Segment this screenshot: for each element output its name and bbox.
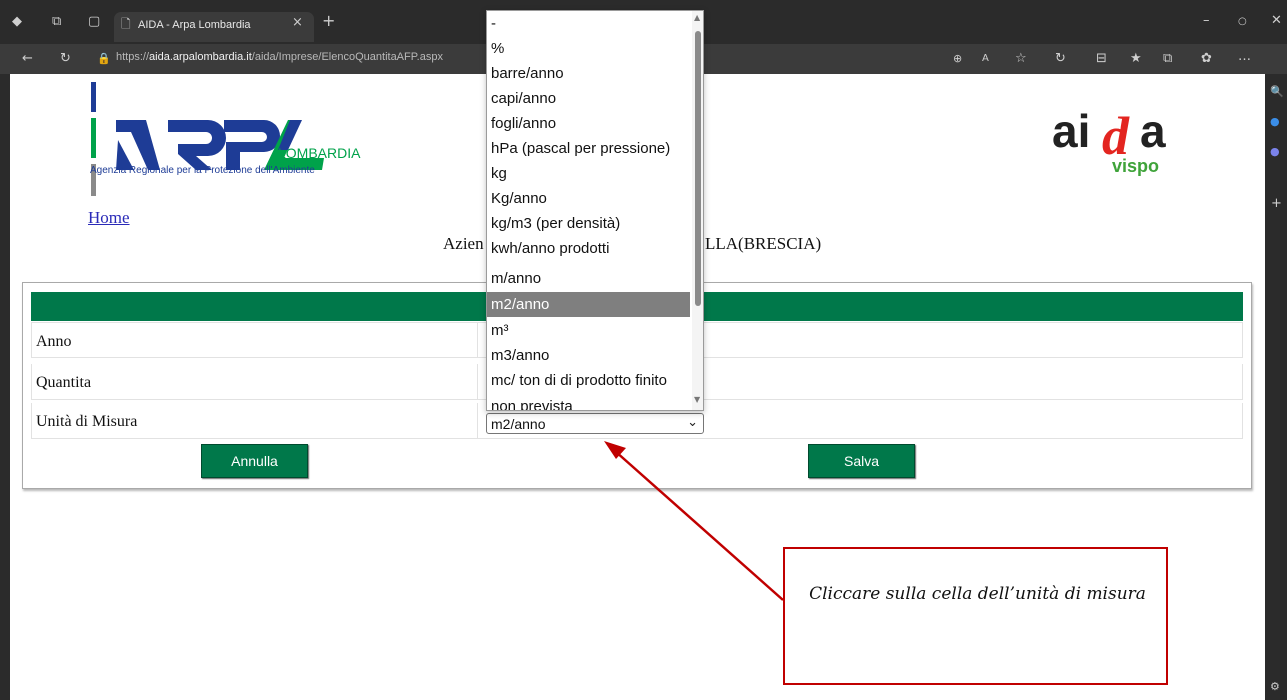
more-menu-icon[interactable]: … bbox=[1238, 49, 1251, 65]
scrollbar-thumb[interactable] bbox=[695, 31, 701, 306]
dropdown-option[interactable]: - bbox=[487, 11, 690, 36]
side-search-icon[interactable]: 🔍 bbox=[1270, 84, 1284, 100]
dropdown-option-selected[interactable]: m2/anno bbox=[487, 292, 690, 317]
company-title-left: Azien bbox=[443, 234, 484, 253]
collections-icon[interactable]: ⧉ bbox=[1163, 51, 1172, 67]
dropdown-option[interactable]: m³ bbox=[487, 318, 690, 343]
dropdown-option[interactable]: hPa (pascal per pressione) bbox=[487, 136, 690, 161]
refresh-icon[interactable]: ↻ bbox=[60, 51, 71, 67]
close-window-icon[interactable]: ✕ bbox=[1271, 13, 1282, 29]
dropdown-option[interactable]: non prevista bbox=[487, 394, 690, 410]
dropdown-option[interactable]: Kg/anno bbox=[487, 186, 690, 211]
dropdown-option[interactable]: kg bbox=[487, 161, 690, 186]
tab-title: AIDA - Arpa Lombardia bbox=[138, 19, 251, 31]
side-add-icon[interactable]: + bbox=[1271, 196, 1282, 212]
dropdown-option[interactable]: m/anno bbox=[487, 266, 690, 291]
dropdown-option[interactable]: % bbox=[487, 36, 690, 61]
cancel-button[interactable]: Annulla bbox=[201, 444, 308, 478]
aida-logo-a: a bbox=[1140, 105, 1166, 157]
dropdown-option[interactable]: mc/ ton di di prodotto finito bbox=[487, 368, 690, 393]
page-favicon-icon: 🗋 bbox=[121, 17, 131, 31]
read-aloud-icon[interactable]: A bbox=[982, 51, 989, 67]
aida-logo-sub: vispo bbox=[1112, 156, 1159, 176]
cell-divider bbox=[477, 403, 478, 438]
window-left-edge bbox=[0, 74, 10, 700]
dropdown-option[interactable]: m3/anno bbox=[487, 343, 690, 368]
browser-profile-icon[interactable]: ◆ bbox=[12, 14, 22, 30]
cell-divider bbox=[477, 364, 478, 399]
side-settings-icon[interactable]: ⚙ bbox=[1270, 679, 1280, 695]
dropdown-option[interactable]: fogli/anno bbox=[487, 111, 690, 136]
tab-close-icon[interactable]: × bbox=[292, 15, 303, 31]
aida-vispo-logo: ai d a vispo bbox=[1052, 105, 1166, 176]
unit-dropdown-list[interactable]: - % barre/anno capi/anno fogli/anno hPa … bbox=[486, 10, 704, 411]
favorites-bar-icon[interactable]: ★ bbox=[1130, 51, 1142, 67]
minimize-icon[interactable]: – bbox=[1203, 13, 1210, 29]
aida-logo-main: ai bbox=[1052, 105, 1090, 157]
anno-label: Anno bbox=[36, 333, 72, 350]
arpa-lombardia-logo: LOMBARDIA Agenzia Regionale per la Prote… bbox=[90, 82, 361, 196]
instruction-callout: Cliccare sulla cella dell’unità di misur… bbox=[783, 547, 1168, 685]
refresh-page-icon[interactable]: ↻ bbox=[1055, 51, 1066, 67]
cell-divider bbox=[477, 323, 478, 357]
company-title-right: LLA(BRESCIA) bbox=[705, 234, 822, 253]
side-outlook-icon[interactable]: ● bbox=[1270, 114, 1280, 130]
side-teams-icon[interactable]: ● bbox=[1270, 144, 1280, 160]
lock-icon[interactable]: 🔒 bbox=[97, 51, 111, 67]
restore-icon[interactable]: ○ bbox=[1238, 14, 1247, 30]
url-domain: aida.arpalombardia.it bbox=[149, 51, 252, 63]
browser-side-panel: 🔍 ● ● + ⚙ bbox=[1265, 74, 1287, 700]
extensions-icon[interactable]: ✿ bbox=[1201, 51, 1212, 67]
url-prefix: https:// bbox=[116, 51, 150, 63]
workspaces-icon[interactable]: ⧉ bbox=[52, 14, 61, 30]
save-button[interactable]: Salva bbox=[808, 444, 915, 478]
chevron-down-icon: ⌄ bbox=[687, 415, 698, 430]
unita-label: Unità di Misura bbox=[36, 413, 138, 430]
url-field[interactable]: https://aida.arpalombardia.it/aida/Impre… bbox=[116, 51, 443, 63]
dropdown-option[interactable]: barre/anno bbox=[487, 61, 690, 86]
tab-actions-icon[interactable]: ▢ bbox=[88, 14, 100, 30]
split-screen-icon[interactable]: ⊟ bbox=[1096, 51, 1107, 67]
scroll-up-icon[interactable]: ▲ bbox=[694, 13, 700, 22]
dropdown-option[interactable]: capi/anno bbox=[487, 86, 690, 111]
new-tab-icon[interactable]: + bbox=[322, 13, 335, 29]
dropdown-option[interactable]: kwh/anno prodotti bbox=[487, 236, 690, 261]
arpa-logo-subtitle: Agenzia Regionale per la Protezione dell… bbox=[90, 165, 315, 176]
quantita-label: Quantita bbox=[36, 374, 92, 391]
unit-select[interactable]: m2/anno ⌄ bbox=[486, 413, 704, 434]
callout-text: Cliccare sulla cella dell’unità di misur… bbox=[809, 584, 1146, 604]
arpa-logo-text: LOMBARDIA bbox=[278, 145, 361, 161]
url-path: /aida/Imprese/ElencoQuantitaAFP.aspx bbox=[251, 51, 443, 63]
dropdown-option[interactable]: kg/m3 (per densità) bbox=[487, 211, 690, 236]
dropdown-scrollbar[interactable]: ▲ ▼ bbox=[692, 11, 703, 410]
zoom-icon[interactable]: ⊕ bbox=[953, 51, 962, 67]
home-link[interactable]: Home bbox=[88, 208, 130, 228]
back-icon[interactable]: ← bbox=[22, 51, 33, 67]
scroll-down-icon[interactable]: ▼ bbox=[694, 395, 700, 404]
unit-select-value: m2/anno bbox=[491, 416, 546, 432]
favorite-icon[interactable]: ☆ bbox=[1015, 51, 1027, 67]
